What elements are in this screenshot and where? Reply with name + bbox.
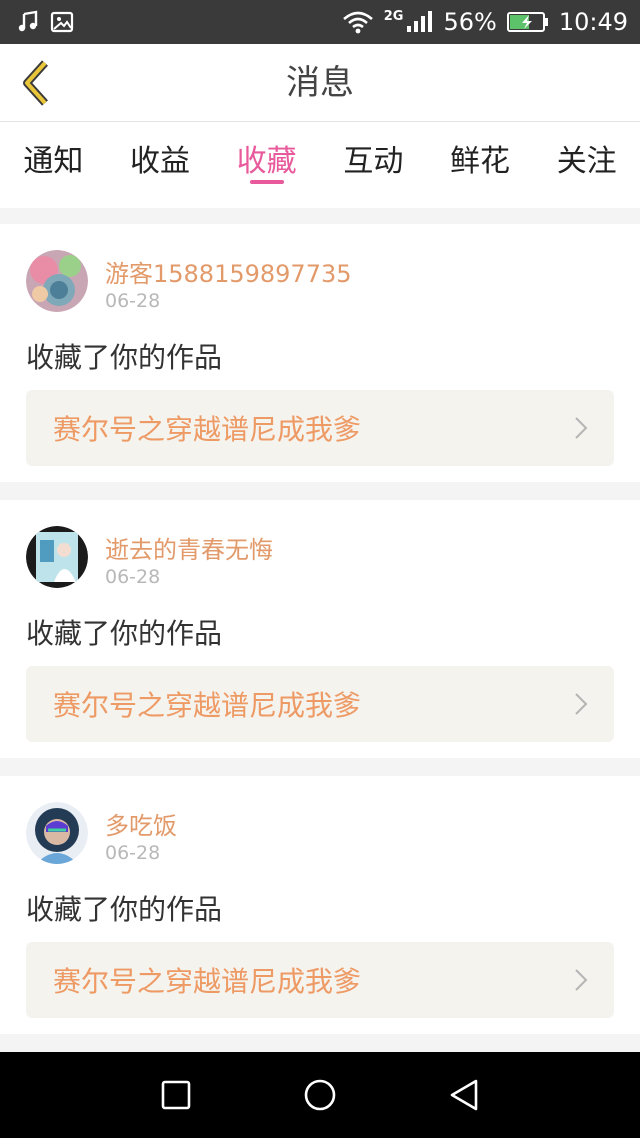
gallery-icon — [50, 10, 74, 34]
username[interactable]: 游客1588159897735 — [105, 254, 352, 289]
tab-flowers[interactable]: 鲜花 — [427, 122, 534, 208]
message-card: 逝去的青春无悔 06-28 收藏了你的作品 赛尔号之穿越谱尼成我爹 — [0, 500, 640, 758]
avatar[interactable] — [26, 250, 88, 312]
tab-following[interactable]: 关注 — [533, 122, 640, 208]
action-text: 收藏了你的作品 — [26, 893, 223, 926]
chevron-right-icon — [575, 969, 588, 991]
tab-label: 收藏 — [236, 144, 297, 179]
battery-charging-icon — [506, 10, 549, 34]
recent-apps-button[interactable] — [154, 1073, 198, 1117]
tab-bar: 通知 收益 收藏 互动 鲜花 关注 — [0, 122, 640, 208]
work-link[interactable]: 赛尔号之穿越谱尼成我爹 — [26, 942, 614, 1018]
message-list: 游客1588159897735 06-28 收藏了你的作品 赛尔号之穿越谱尼成我… — [0, 224, 640, 1052]
chevron-right-icon — [575, 417, 588, 439]
tab-interactions[interactable]: 互动 — [320, 122, 427, 208]
home-button[interactable] — [298, 1073, 342, 1117]
battery-percent: 56% — [443, 8, 497, 36]
header: 消息 — [0, 44, 640, 122]
message-date: 06-28 — [105, 842, 161, 864]
signal-icon — [405, 10, 433, 34]
network-type: 2G — [383, 8, 404, 24]
active-tab-indicator — [249, 180, 284, 184]
message-date: 06-28 — [105, 566, 161, 588]
system-nav-bar — [0, 1052, 640, 1138]
tab-label: 鲜花 — [450, 144, 511, 179]
music-icon — [16, 10, 40, 34]
message-date: 06-28 — [105, 290, 161, 312]
chevron-right-icon — [575, 693, 588, 715]
action-text: 收藏了你的作品 — [26, 617, 223, 650]
status-right: 2G 56% 10:49 — [342, 10, 628, 35]
avatar[interactable] — [26, 526, 88, 588]
work-link[interactable]: 赛尔号之穿越谱尼成我爹 — [26, 666, 614, 742]
wifi-icon — [342, 10, 374, 34]
status-time: 10:49 — [558, 8, 628, 36]
tab-notifications[interactable]: 通知 — [0, 122, 107, 208]
tab-favorites[interactable]: 收藏 — [213, 122, 320, 208]
back-icon — [450, 1079, 478, 1111]
tab-label: 收益 — [130, 144, 190, 179]
home-icon — [304, 1079, 336, 1111]
username[interactable]: 多吃饭 — [105, 806, 177, 841]
nav-back-button[interactable] — [442, 1073, 486, 1117]
recent-apps-icon — [161, 1080, 191, 1110]
tab-label: 互动 — [343, 144, 404, 179]
username[interactable]: 逝去的青春无悔 — [105, 530, 273, 565]
work-link[interactable]: 赛尔号之穿越谱尼成我爹 — [26, 390, 614, 466]
message-card: 多吃饭 06-28 收藏了你的作品 赛尔号之穿越谱尼成我爹 — [0, 776, 640, 1034]
status-bar: 2G 56% 10:49 — [0, 0, 640, 44]
tab-label: 通知 — [23, 144, 84, 179]
work-title: 赛尔号之穿越谱尼成我爹 — [53, 689, 362, 722]
tab-label: 关注 — [556, 144, 617, 179]
work-title: 赛尔号之穿越谱尼成我爹 — [53, 413, 362, 446]
work-title: 赛尔号之穿越谱尼成我爹 — [53, 965, 362, 998]
status-left — [16, 10, 74, 34]
avatar[interactable] — [26, 802, 88, 864]
action-text: 收藏了你的作品 — [26, 341, 223, 374]
page-title: 消息 — [286, 63, 354, 103]
tab-earnings[interactable]: 收益 — [107, 122, 214, 208]
message-card: 游客1588159897735 06-28 收藏了你的作品 赛尔号之穿越谱尼成我… — [0, 224, 640, 482]
